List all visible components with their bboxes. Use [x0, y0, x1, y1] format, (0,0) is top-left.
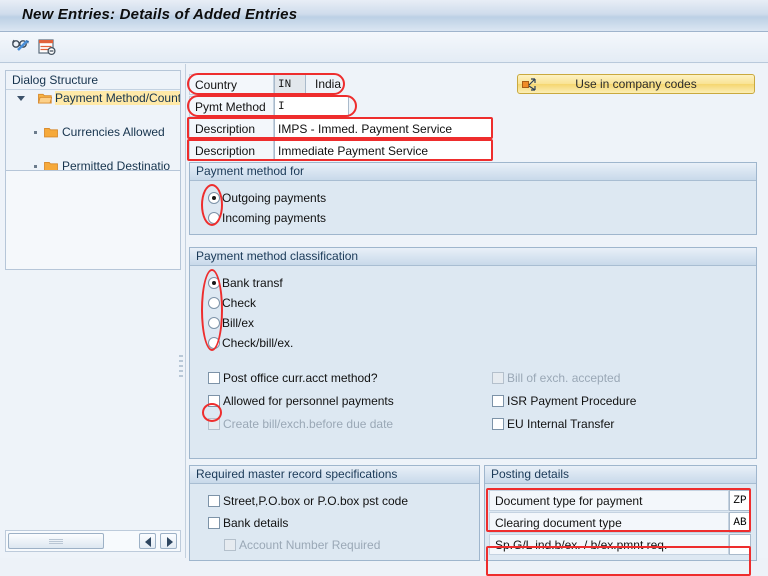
description-row-1: Description — [189, 118, 492, 139]
spgl-indicator-label: Sp.G/L ind.b/ex. / b/ex.pmnt req. — [489, 534, 729, 555]
country-text: India — [315, 77, 342, 91]
page-title: New Entries: Details of Added Entries — [22, 6, 298, 23]
checkbox-icon[interactable] — [208, 372, 220, 384]
radio-icon[interactable] — [208, 277, 220, 289]
checkbox-icon[interactable] — [492, 395, 504, 407]
folder-icon — [44, 128, 58, 138]
clearing-document-type-input[interactable] — [729, 512, 751, 533]
posting-row-spgl-indicator: Sp.G/L ind.b/ex. / b/ex.pmnt req. — [489, 534, 754, 555]
chevron-down-icon[interactable] — [17, 96, 25, 105]
dialog-structure-header: Dialog Structure — [6, 71, 180, 90]
description-label-1: Description — [189, 118, 274, 139]
radio-label: Incoming payments — [222, 211, 327, 225]
horizontal-scrollbar[interactable] — [5, 530, 181, 552]
country-input[interactable] — [274, 74, 306, 95]
description-input-2[interactable] — [274, 140, 492, 161]
use-in-company-codes-label: Use in company codes — [575, 77, 697, 91]
checkbox-label: ISR Payment Procedure — [507, 394, 637, 408]
bullet-icon — [34, 131, 37, 134]
clearing-document-type-label: Clearing document type — [489, 512, 729, 533]
radio-icon[interactable] — [208, 297, 220, 309]
bullet-icon — [34, 165, 37, 168]
radio-icon[interactable] — [208, 192, 220, 204]
posting-details-title: Posting details — [485, 466, 756, 484]
radio-label: Bank transf — [222, 276, 283, 290]
required-master-record-group: Required master record specifications St… — [189, 465, 480, 561]
checkbox-icon[interactable] — [208, 495, 220, 507]
sidebar-item-label: Currencies Allowed — [62, 125, 165, 139]
sidebar-item-payment-method-country[interactable]: Payment Method/Count — [6, 90, 180, 107]
payment-method-label: Pymt Method — [189, 96, 274, 117]
description-input-1[interactable] — [274, 118, 492, 139]
radio-icon[interactable] — [208, 317, 220, 329]
payment-method-classification-group: Payment method classification Bank trans… — [189, 247, 757, 459]
checkbox-label: Bank details — [223, 516, 289, 530]
payment-method-for-group: Payment method for Outgoing payments Inc… — [189, 162, 757, 235]
sidebar-item-label: Permitted Destinatio — [62, 159, 171, 170]
checkbox-label: Allowed for personnel payments — [223, 394, 394, 408]
posting-row-clearing-type: Clearing document type — [489, 512, 754, 533]
folder-open-icon — [38, 93, 52, 104]
checkbox-icon — [492, 372, 504, 384]
posting-row-document-type: Document type for payment — [489, 490, 754, 511]
dialog-structure-empty-area — [5, 170, 181, 270]
display-change-icon[interactable] — [10, 36, 34, 58]
spgl-indicator-input[interactable] — [729, 534, 751, 555]
panel-splitter-handle[interactable] — [178, 352, 185, 386]
sidebar-item-currencies-allowed[interactable]: Currencies Allowed — [6, 124, 180, 141]
checkbox-icon — [224, 539, 236, 551]
details-form: Country India Pymt Method Description De… — [186, 64, 768, 561]
checkbox-icon[interactable] — [208, 395, 220, 407]
checkbox-icon — [208, 418, 220, 430]
checkbox-label: EU Internal Transfer — [507, 417, 615, 431]
posting-details-group: Posting details Document type for paymen… — [484, 465, 757, 561]
payment-method-for-title: Payment method for — [190, 163, 756, 181]
radio-icon[interactable] — [208, 337, 220, 349]
sidebar-item-label: Payment Method/Count — [55, 91, 180, 105]
checkbox-label: Street,P.O.box or P.O.box pst code — [223, 494, 408, 508]
dialog-structure-panel: Dialog Structure Payment Method/Count Cu… — [0, 64, 186, 558]
dialog-structure-tree[interactable]: Dialog Structure Payment Method/Count Cu… — [5, 70, 181, 170]
payment-method-classification-title: Payment method classification — [190, 248, 756, 266]
description-label-2: Description — [189, 140, 274, 161]
checkbox-label: Post office curr.acct method? — [223, 371, 378, 385]
payment-method-row: Pymt Method — [189, 96, 349, 117]
checkbox-label: Account Number Required — [239, 538, 381, 552]
document-type-input[interactable] — [729, 490, 751, 511]
payment-method-input[interactable] — [274, 96, 349, 117]
country-row: Country India — [189, 74, 349, 95]
table-settings-icon[interactable] — [36, 36, 60, 58]
country-label: Country — [189, 74, 274, 95]
checkbox-icon[interactable] — [208, 517, 220, 529]
document-type-label: Document type for payment — [489, 490, 729, 511]
radio-label: Bill/ex — [222, 316, 255, 330]
application-toolbar — [0, 32, 768, 63]
checkbox-icon[interactable] — [492, 418, 504, 430]
description-row-2: Description — [189, 140, 492, 161]
radio-label: Outgoing payments — [222, 191, 327, 205]
radio-label: Check — [222, 296, 257, 310]
radio-icon[interactable] — [208, 212, 220, 224]
checkbox-label: Bill of exch. accepted — [507, 371, 621, 385]
scroll-left-button[interactable] — [139, 533, 156, 549]
sidebar-item-permitted-destination[interactable]: Permitted Destinatio — [6, 158, 180, 170]
radio-label: Check/bill/ex. — [222, 336, 294, 350]
checkbox-label: Create bill/exch.before due date — [223, 417, 394, 431]
use-in-company-codes-button[interactable]: Use in company codes — [517, 74, 755, 94]
window-title-bar: New Entries: Details of Added Entries — [0, 0, 768, 32]
folder-icon — [44, 162, 58, 170]
required-master-record-title: Required master record specifications — [190, 466, 479, 484]
scrollbar-thumb[interactable] — [8, 533, 104, 549]
scroll-right-button[interactable] — [160, 533, 177, 549]
